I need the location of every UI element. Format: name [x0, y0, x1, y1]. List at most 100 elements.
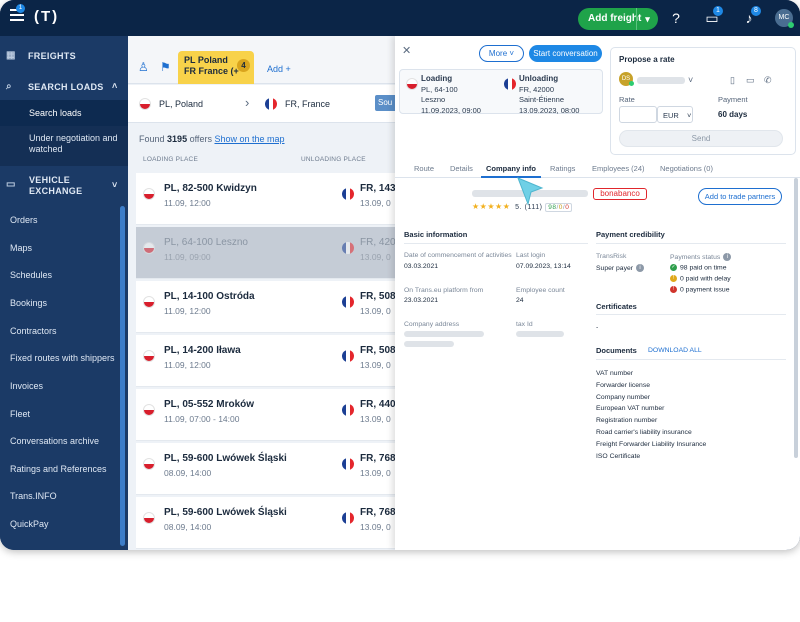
brand-logo: bonabanco [593, 188, 647, 200]
sort-button[interactable]: Sou [375, 95, 397, 111]
transrisk-label: TransRisk [596, 253, 627, 260]
help-icon[interactable]: ? [667, 9, 685, 27]
phone-icon[interactable]: ✆ [764, 75, 772, 86]
avatar[interactable]: MC [775, 9, 794, 28]
france-flag-icon [342, 296, 354, 308]
logo[interactable]: (T) [34, 8, 59, 25]
document-icon[interactable]: ▯ [730, 75, 735, 86]
document-item[interactable]: VAT number [596, 370, 633, 377]
info-icon[interactable]: i [723, 253, 732, 261]
info-icon[interactable]: i [636, 264, 645, 272]
unloading-place: FR, 768 [360, 507, 396, 518]
add-freight-button[interactable]: Add freight ▾ [578, 8, 658, 30]
company-address-label: Company address [404, 321, 460, 328]
document-item[interactable]: European VAT number [596, 405, 664, 412]
close-icon[interactable]: ✕ [402, 44, 411, 57]
platform-value: 23.03.2021 [404, 297, 439, 304]
error-icon: ! [670, 286, 677, 293]
sidebar-item-fixed-routes-with-shippers[interactable]: Fixed routes with shippers [0, 349, 128, 369]
chevron-down-icon[interactable]: ˅ [112, 180, 118, 190]
bookmark-icon[interactable]: ⚑ [160, 60, 171, 74]
table-row[interactable]: PL, 59-600 Lwówek Śląski 08.09, 14:00 FR, … [136, 443, 396, 495]
tab-ratings[interactable]: Ratings [550, 164, 575, 173]
sidebar-item-conversations-archive[interactable]: Conversations archive [0, 432, 128, 452]
unloading-date: 13.09, 0 [360, 252, 391, 262]
poland-flag-icon [143, 296, 155, 308]
poland-flag-icon [406, 78, 418, 90]
sidebar-item-orders[interactable]: Orders [0, 211, 128, 231]
tax-id-redacted [516, 331, 564, 337]
add-tab-button[interactable]: Add + [267, 64, 291, 74]
sidebar-item-label: Maps [10, 243, 33, 253]
to-country[interactable]: FR, France [285, 99, 330, 109]
add-to-trade-partners-button[interactable]: Add to trade partners [698, 188, 782, 205]
sidebar-item-bookings[interactable]: Bookings [0, 294, 128, 314]
poland-flag-icon [143, 458, 155, 470]
person-icon[interactable]: ♙ [138, 60, 149, 74]
tab-employees[interactable]: Employees (24) [592, 164, 645, 173]
company-avatar: DS [619, 72, 634, 86]
messages-badge: 1 [713, 6, 723, 16]
sidebar-item-contractors[interactable]: Contractors [0, 322, 128, 342]
divider [596, 314, 786, 315]
sidebar-item-search-loads[interactable]: ⌕ SEARCH LOADS ˄ [0, 76, 128, 98]
loading-date: 11.09, 12:00 [164, 198, 211, 208]
table-row[interactable]: PL, 59-600 Lwówek Śląski 08.09, 14:00 FR, … [136, 497, 396, 549]
sidebar-item-trans-info[interactable]: Trans.INFO [0, 487, 128, 507]
document-item[interactable]: Freight Forwarder Liability Insurance [596, 441, 706, 448]
document-item[interactable]: Road carrier's liability insurance [596, 429, 692, 436]
chevron-up-icon[interactable]: ˄ [112, 81, 118, 91]
currency-select[interactable]: EUR ˅ [657, 106, 693, 123]
col-loading-place[interactable]: LOADING PLACE [143, 156, 198, 163]
warning-icon: ! [670, 275, 677, 282]
tab-route[interactable]: Route [414, 164, 434, 173]
sidebar-item-quickpay[interactable]: QuickPay [0, 515, 128, 535]
sidebar-item-under-negotiation[interactable]: Under negotiation and watched [0, 126, 128, 166]
sidebar-item-label: QuickPay [10, 519, 49, 529]
france-flag-icon [342, 350, 354, 362]
table-row[interactable]: PL, 64-100 Leszno 11.09, 09:00 FR, 420 13.0… [136, 227, 396, 279]
table-row[interactable]: PL, 14-200 Iława 11.09, 12:00 FR, 508 13.09… [136, 335, 396, 387]
results-count: Found 3195 offers Show on the map [139, 134, 285, 144]
table-row[interactable]: PL, 05-552 Mroków 11.09, 07:00 - 14:00 FR,… [136, 389, 396, 441]
col-unloading-place[interactable]: UNLOADING PLACE [301, 156, 366, 163]
document-item[interactable]: Company number [596, 394, 650, 401]
start-conversation-button[interactable]: Start conversation [529, 45, 602, 62]
mouse-cursor-icon [517, 177, 544, 206]
detail-scrollbar[interactable] [794, 178, 798, 458]
table-row[interactable]: PL, 14-100 Ostróda 11.09, 12:00 FR, 508 13.… [136, 281, 396, 333]
table-row[interactable]: PL, 82-500 Kwidzyn 11.09, 12:00 FR, 143 13.… [136, 173, 396, 225]
sidebar-item-vehicle-exchange[interactable]: ▭ VEHICLE EXCHANGE ˅ [0, 172, 128, 202]
loading-place: PL, 59-600 Lwówek Śląski [164, 453, 287, 464]
rate-input[interactable] [619, 106, 657, 123]
sidebar-item-search-loads-sub[interactable]: Search loads [0, 100, 128, 126]
sidebar-item-ratings-and-references[interactable]: Ratings and References [0, 460, 128, 480]
tab-pl-fr[interactable]: PL Poland FR France (+ 4 [178, 51, 254, 84]
unloading-date: 13.09, 0 [360, 360, 391, 370]
unloading-place: FR, 440 [360, 399, 396, 410]
show-on-map-link[interactable]: Show on the map [214, 134, 284, 144]
sidebar-scrollbar[interactable] [120, 206, 125, 546]
star-rating-icon: ★★★★★ [472, 202, 511, 211]
download-all-link[interactable]: DOWNLOAD ALL [648, 347, 702, 354]
sidebar-item-invoices[interactable]: Invoices [0, 377, 128, 397]
notifications-badge: 8 [751, 6, 761, 16]
send-button[interactable]: Send [619, 130, 783, 147]
tab-negotiations[interactable]: Negotiations (0) [660, 164, 713, 173]
tab-company-info[interactable]: Company info [486, 164, 536, 173]
chat-icon[interactable]: ▭ [746, 75, 755, 86]
document-item[interactable]: Forwarder license [596, 382, 650, 389]
more-button[interactable]: More ˅ [479, 45, 524, 62]
document-item[interactable]: ISO Certificate [596, 453, 640, 460]
sidebar-item-schedules[interactable]: Schedules [0, 266, 128, 286]
commencement-label: Date of commencement of activities [404, 252, 512, 259]
payment-label: Payment [718, 95, 748, 104]
tab-details[interactable]: Details [450, 164, 473, 173]
sidebar-item-maps[interactable]: Maps [0, 239, 128, 259]
sidebar-item-fleet[interactable]: Fleet [0, 405, 128, 425]
from-country[interactable]: PL, Poland [159, 99, 203, 109]
chevron-down-icon[interactable]: ˅ [688, 75, 693, 85]
document-item[interactable]: Registration number [596, 417, 657, 424]
sidebar-item-freights[interactable]: ▦ FREIGHTS [0, 50, 128, 64]
chevron-down-icon[interactable]: ▾ [636, 8, 658, 30]
